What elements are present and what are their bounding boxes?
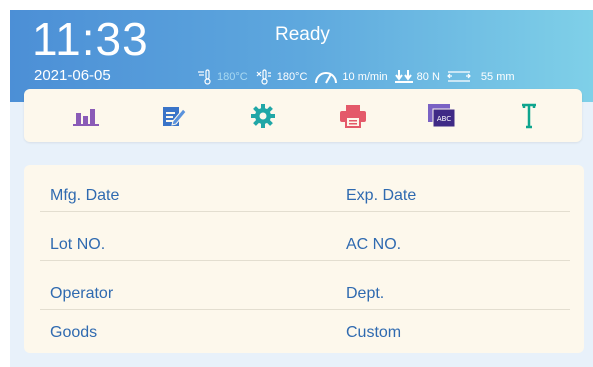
text-button[interactable] bbox=[499, 89, 559, 142]
bar-chart-icon bbox=[73, 108, 99, 126]
ac-no-field[interactable]: AC NO. bbox=[346, 236, 401, 253]
force-value: 80 N bbox=[416, 71, 440, 83]
statistics-button[interactable] bbox=[56, 89, 116, 142]
text-t-icon bbox=[522, 103, 536, 128]
abc-label-icon: ABC bbox=[428, 103, 456, 127]
force-readout: 80 N bbox=[394, 69, 440, 85]
status-text: Ready bbox=[275, 24, 330, 45]
divider bbox=[40, 211, 570, 212]
device-screen: 11:33 2021-06-05 Ready 180°C 180°C 10 m/… bbox=[10, 10, 593, 367]
lot-no-field[interactable]: Lot NO. bbox=[50, 236, 105, 253]
edit-button[interactable] bbox=[144, 89, 204, 142]
operator-field[interactable]: Operator bbox=[50, 285, 113, 302]
toolbar: ABC bbox=[24, 89, 582, 142]
custom-field[interactable]: Custom bbox=[346, 324, 401, 341]
printer-icon bbox=[340, 104, 366, 128]
dept-field[interactable]: Dept. bbox=[346, 285, 384, 302]
settings-button[interactable] bbox=[233, 89, 293, 142]
heater-icon bbox=[256, 69, 271, 85]
exp-date-field[interactable]: Exp. Date bbox=[346, 187, 416, 204]
thermometer-icon bbox=[198, 69, 211, 85]
gear-icon bbox=[251, 103, 275, 128]
width-readout: 55 mm bbox=[446, 69, 515, 85]
temperature-readout-2: 180°C bbox=[254, 69, 308, 85]
goods-field[interactable]: Goods bbox=[50, 324, 97, 341]
speed-value: 10 m/min bbox=[342, 71, 388, 83]
temperature-value-2: 180°C bbox=[276, 71, 308, 83]
edit-document-icon bbox=[163, 106, 187, 126]
divider bbox=[40, 260, 570, 261]
print-button[interactable] bbox=[323, 89, 383, 142]
label-fields-panel: Mfg. Date Exp. Date Lot NO. AC NO. Opera… bbox=[24, 165, 584, 353]
temperature-readout-1: 180°C bbox=[196, 69, 248, 85]
date: 2021-06-05 bbox=[34, 67, 111, 84]
speed-readout: 10 m/min bbox=[313, 69, 388, 85]
pressure-down-icon bbox=[394, 70, 413, 83]
divider bbox=[40, 309, 570, 310]
speedometer-icon bbox=[315, 72, 338, 84]
temperature-value-1: 180°C bbox=[217, 71, 248, 83]
label-button[interactable]: ABC bbox=[412, 89, 472, 142]
mfg-date-field[interactable]: Mfg. Date bbox=[50, 187, 119, 204]
readouts-bar: 180°C 180°C 10 m/min 80 N 55 mm bbox=[196, 67, 521, 87]
clock: 11:33 bbox=[32, 13, 149, 65]
abc-glyph: ABC bbox=[437, 115, 451, 123]
width-icon bbox=[447, 71, 471, 82]
width-value: 55 mm bbox=[480, 71, 515, 83]
